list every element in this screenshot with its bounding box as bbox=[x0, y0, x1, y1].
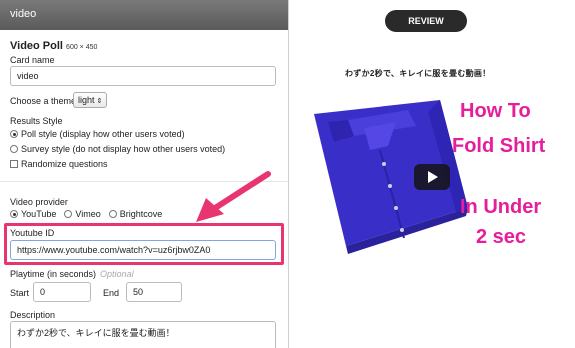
start-input[interactable]: 0 bbox=[33, 282, 91, 302]
theme-select-value: light bbox=[78, 95, 95, 105]
playtime-label: Playtime (in seconds) Optional bbox=[10, 269, 134, 279]
survey-style-label: Survey style (do not display how other u… bbox=[21, 144, 226, 154]
panel-title: Video Poll 600 × 450 bbox=[10, 40, 98, 52]
select-arrows-icon: ⇕ bbox=[96, 98, 103, 105]
provider-vimeo[interactable]: Vimeo bbox=[64, 209, 101, 219]
window-title-bar: video bbox=[0, 0, 288, 30]
end-label: End bbox=[103, 288, 120, 298]
results-style-label: Results Style bbox=[10, 116, 63, 126]
radio-selected-icon[interactable] bbox=[10, 210, 18, 218]
provider-youtube[interactable]: YouTube bbox=[10, 209, 56, 219]
overlay-text-line: How To bbox=[460, 100, 531, 122]
start-label: Start bbox=[10, 288, 30, 298]
review-button[interactable]: REVIEW bbox=[385, 10, 467, 32]
preview-caption: わずか2秒で、キレイに服を畳む動画！ bbox=[345, 69, 491, 78]
poll-style-label: Poll style (display how other users vote… bbox=[21, 129, 185, 139]
youtube-id-input[interactable]: https://www.youtube.com/watch?v=uz6rjbw0… bbox=[10, 240, 276, 260]
randomize-option[interactable]: Randomize questions bbox=[10, 159, 108, 169]
overlay-text-line: 2 sec bbox=[476, 226, 527, 248]
card-name-input[interactable]: video bbox=[10, 66, 276, 86]
randomize-label: Randomize questions bbox=[21, 159, 108, 169]
youtube-id-label: Youtube ID bbox=[10, 228, 55, 238]
poll-style-option[interactable]: Poll style (display how other users vote… bbox=[10, 129, 185, 139]
description-label: Description bbox=[10, 310, 56, 320]
radio-selected-icon[interactable] bbox=[10, 130, 18, 138]
provider-brightcove[interactable]: Brightcove bbox=[108, 209, 162, 219]
card-name-label: Card name bbox=[10, 55, 55, 65]
optional-hint: Optional bbox=[100, 269, 134, 279]
radio-icon[interactable] bbox=[108, 210, 117, 218]
dimensions-label: 600 × 450 bbox=[66, 44, 98, 51]
end-input[interactable]: 50 bbox=[126, 282, 182, 302]
description-textarea[interactable]: わずか2秒で、キレイに服を畳む動画！ bbox=[10, 321, 276, 348]
overlay-text-line: In Under bbox=[460, 196, 542, 218]
video-provider-label: Video provider bbox=[10, 197, 68, 207]
window-title: video bbox=[10, 8, 37, 20]
checkbox-icon[interactable] bbox=[10, 160, 18, 168]
theme-label: Choose a theme bbox=[10, 96, 77, 106]
annotation-arrow-icon bbox=[196, 171, 271, 222]
overlay-text-line: Fold Shirt bbox=[452, 135, 546, 157]
play-button-icon[interactable] bbox=[414, 164, 450, 190]
theme-select[interactable]: light ⇕ bbox=[73, 92, 108, 108]
radio-icon[interactable] bbox=[10, 145, 18, 153]
survey-style-option[interactable]: Survey style (do not display how other u… bbox=[10, 144, 225, 154]
radio-icon[interactable] bbox=[64, 210, 73, 218]
provider-radio-group: YouTube Vimeo Brightcove bbox=[10, 209, 162, 219]
